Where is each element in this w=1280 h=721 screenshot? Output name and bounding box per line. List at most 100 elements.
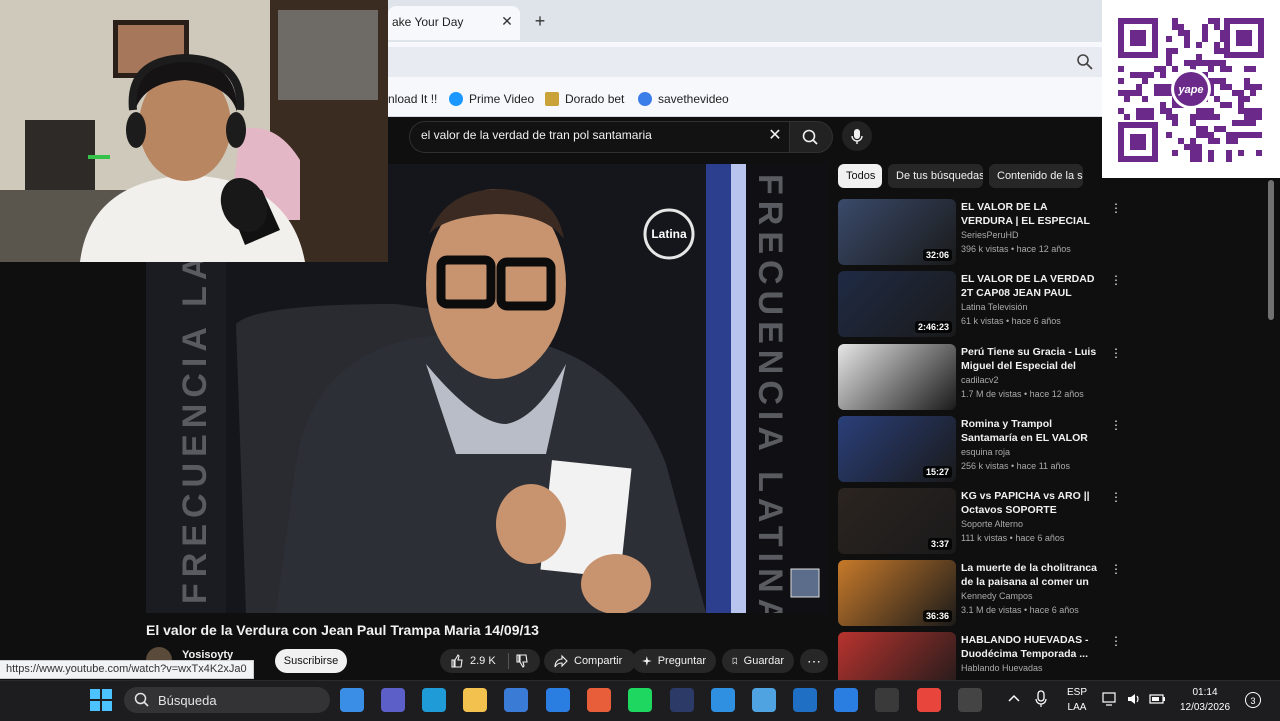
obs-icon[interactable] bbox=[958, 688, 982, 712]
recommended-video-channel[interactable]: esquina roja bbox=[961, 447, 1010, 457]
chip-from-searches[interactable]: De tus búsquedas bbox=[888, 164, 983, 188]
network-icon[interactable] bbox=[1102, 691, 1118, 707]
mail-icon[interactable] bbox=[546, 688, 570, 712]
taskbar-search[interactable] bbox=[124, 687, 330, 713]
clear-search-icon[interactable]: ✕ bbox=[765, 126, 785, 146]
recommended-video-title[interactable]: Romina y Trampol Santamaría en EL VALOR … bbox=[961, 417, 1101, 445]
bookmark-prime-video[interactable]: Prime Video bbox=[449, 89, 534, 109]
search-query: el valor de la verdad de tran pol santam… bbox=[421, 128, 652, 142]
recommended-video[interactable]: 36:36 La muerte de la cholitranca de la p… bbox=[838, 560, 1122, 628]
video-thumbnail[interactable]: 3:37 bbox=[838, 488, 956, 554]
video-thumbnail[interactable]: 36:36 bbox=[838, 560, 956, 626]
recommended-video[interactable]: 32:06 EL VALOR DE LA VERDURA | EL ESPECIA… bbox=[838, 199, 1122, 267]
recommended-video-title[interactable]: EL VALOR DE LA VERDAD 2T CAP08 JEAN PAUL… bbox=[961, 272, 1101, 300]
outlook-icon[interactable] bbox=[793, 688, 817, 712]
webcam-frame bbox=[0, 0, 388, 262]
video-duration: 15:27 bbox=[922, 466, 952, 478]
recommended-video-channel[interactable]: Latina Televisión bbox=[961, 302, 1027, 312]
bookmark-savethevideo[interactable]: savethevideo bbox=[638, 89, 729, 109]
recommended-video[interactable]: 15:27 Romina y Trampol Santamaría en EL V… bbox=[838, 416, 1122, 484]
share-button[interactable]: Compartir bbox=[544, 649, 636, 673]
scrollbar[interactable] bbox=[1268, 180, 1274, 320]
input-language-bottom[interactable]: LAA bbox=[1060, 702, 1094, 713]
video-thumbnail[interactable]: 15:27 bbox=[838, 416, 956, 482]
input-language-top[interactable]: ESP bbox=[1060, 687, 1094, 698]
more-options-icon[interactable]: ⋮ bbox=[1110, 562, 1122, 576]
more-options-icon[interactable]: ⋮ bbox=[1110, 273, 1122, 287]
latina-logo: Latina bbox=[651, 227, 687, 241]
save-label: Guardar bbox=[743, 655, 784, 667]
like-button[interactable]: 2.9 K bbox=[440, 649, 540, 673]
photoshop-icon[interactable] bbox=[670, 688, 694, 712]
more-options-icon[interactable]: ⋮ bbox=[1110, 490, 1122, 504]
recommended-video[interactable]: Perú Tiene su Gracia - Luis Miguel del E… bbox=[838, 344, 1122, 412]
recommended-video[interactable]: 2:46:23 EL VALOR DE LA VERDAD 2T CAP08 JE… bbox=[838, 271, 1122, 339]
like-divider bbox=[507, 653, 509, 669]
thumbs-down-icon[interactable] bbox=[515, 654, 529, 668]
battery-icon[interactable] bbox=[1149, 691, 1167, 707]
bookmark-download[interactable]: nload It !! bbox=[388, 89, 437, 109]
ask-label: Preguntar bbox=[657, 655, 706, 667]
store-icon[interactable] bbox=[504, 688, 528, 712]
subscribe-button[interactable]: Suscribirse bbox=[275, 649, 347, 673]
media-player-icon[interactable] bbox=[587, 688, 611, 712]
recommended-video-title[interactable]: EL VALOR DE LA VERDURA | EL ESPECIAL DEL… bbox=[961, 200, 1101, 228]
recommended-video-channel[interactable]: SeriesPeruHD bbox=[961, 230, 1019, 240]
notification-badge[interactable]: 3 bbox=[1245, 692, 1261, 708]
overlay-text-right: FRECUENCIA LATINA bbox=[751, 174, 789, 613]
recommended-video-channel[interactable]: cadilacv2 bbox=[961, 375, 999, 385]
chip-related-content[interactable]: Contenido de la se bbox=[989, 164, 1083, 188]
more-options-icon[interactable]: ⋮ bbox=[1110, 634, 1122, 648]
recommended-video-title[interactable]: Perú Tiene su Gracia - Luis Miguel del E… bbox=[961, 345, 1101, 373]
video-thumbnail[interactable]: 2:46:23 bbox=[838, 271, 956, 337]
prime-video-icon bbox=[449, 92, 463, 106]
recommended-video-channel[interactable]: Soporte Alterno bbox=[961, 519, 1023, 529]
calendar-icon[interactable] bbox=[834, 688, 858, 712]
notepad-icon[interactable] bbox=[752, 688, 776, 712]
more-options-icon[interactable]: ⋮ bbox=[1110, 346, 1122, 360]
savethevideo-icon bbox=[638, 92, 652, 106]
recommended-video-title[interactable]: KG vs PAPICHA vs ARO || Octavos SOPORTE … bbox=[961, 489, 1101, 517]
clock-time[interactable]: 01:14 bbox=[1172, 687, 1238, 698]
chevron-up-icon[interactable] bbox=[1007, 692, 1021, 706]
yape-logo: yape bbox=[1177, 84, 1203, 96]
file-explorer-icon[interactable] bbox=[463, 688, 487, 712]
spotify-icon[interactable] bbox=[628, 688, 652, 712]
volume-icon[interactable] bbox=[1126, 691, 1142, 707]
recommended-video-channel[interactable]: Kennedy Campos bbox=[961, 591, 1033, 601]
task-view-icon[interactable] bbox=[340, 688, 364, 712]
taskbar-search-label: Búsqueda bbox=[158, 693, 217, 708]
onedrive-icon[interactable] bbox=[711, 688, 735, 712]
zoom-icon[interactable] bbox=[1076, 53, 1094, 71]
save-button[interactable]: Guardar bbox=[722, 649, 794, 673]
video-thumbnail[interactable] bbox=[838, 344, 956, 410]
clock-date[interactable]: 12/03/2026 bbox=[1172, 702, 1238, 713]
chrome-icon[interactable] bbox=[917, 688, 941, 712]
tab-close-icon[interactable]: ✕ bbox=[499, 11, 515, 31]
recommended-video-title[interactable]: La muerte de la cholitranca de la paisan… bbox=[961, 561, 1101, 589]
bookmark-dorado-bet[interactable]: Dorado bet bbox=[545, 89, 624, 109]
video-duration: 2:46:23 bbox=[914, 321, 952, 333]
windows-start-icon[interactable] bbox=[90, 689, 112, 711]
recommended-video-channel[interactable]: Hablando Huevadas bbox=[961, 663, 1043, 673]
more-options-icon[interactable]: ⋮ bbox=[1110, 201, 1122, 215]
address-bar[interactable] bbox=[388, 47, 1102, 77]
video-title: El valor de la Verdura con Jean Paul Tra… bbox=[146, 622, 539, 638]
video-thumbnail[interactable]: 32:06 bbox=[838, 199, 956, 265]
bookmark-icon bbox=[732, 657, 737, 665]
edge-icon[interactable] bbox=[422, 688, 446, 712]
more-options-icon[interactable]: ⋮ bbox=[1110, 418, 1122, 432]
microphone-icon[interactable] bbox=[1034, 690, 1048, 708]
chip-all[interactable]: Todos bbox=[838, 164, 882, 188]
teams-icon[interactable] bbox=[381, 688, 405, 712]
calculator-icon[interactable] bbox=[875, 688, 899, 712]
voice-search-button[interactable] bbox=[842, 121, 872, 151]
recommended-video-meta: 61 k vistas • hace 6 años bbox=[961, 316, 1061, 326]
qr-code-panel: yape bbox=[1102, 0, 1280, 178]
more-actions-button[interactable]: ⋯ bbox=[800, 649, 828, 673]
search-button[interactable] bbox=[789, 121, 833, 153]
recommended-video[interactable]: 3:37 KG vs PAPICHA vs ARO || Octavos SOPO… bbox=[838, 488, 1122, 556]
recommended-video-title[interactable]: HABLANDO HUEVADAS - Duodécima Temporada … bbox=[961, 633, 1101, 661]
new-tab-button[interactable]: + bbox=[531, 10, 549, 32]
ask-button[interactable]: Preguntar bbox=[632, 649, 716, 673]
